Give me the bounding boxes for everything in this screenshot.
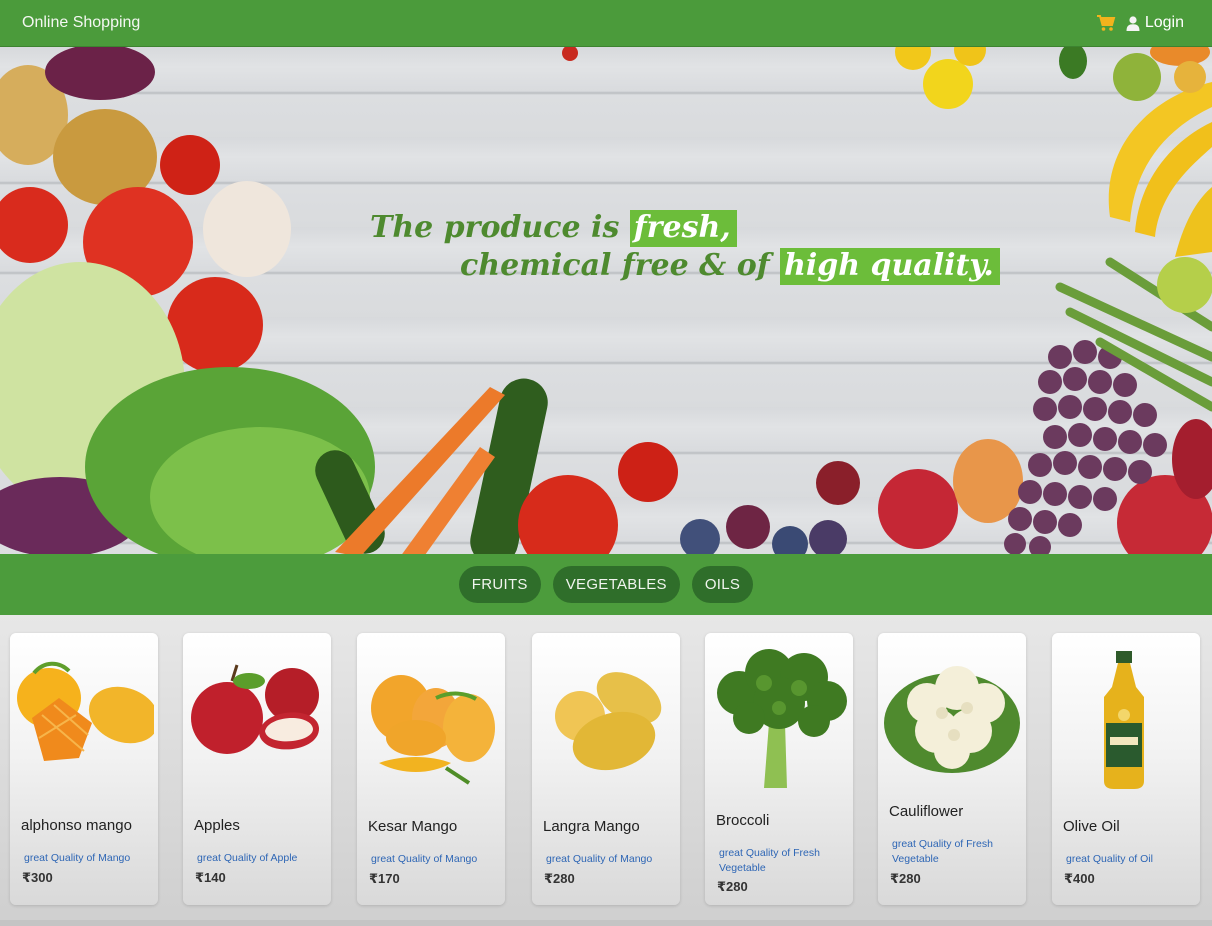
product-description: great Quality of Mango	[24, 852, 131, 864]
hero-line2-text: chemical free & of	[460, 248, 781, 283]
nav-actions: Login	[1096, 14, 1184, 32]
product-price: ₹140	[195, 870, 226, 885]
hero-produce-illustration	[0, 47, 1212, 554]
category-fruits-button[interactable]: FRUITS	[458, 566, 541, 603]
product-description: great Quality of Oil	[1066, 853, 1153, 865]
brand-title[interactable]: Online Shopping	[22, 14, 140, 32]
product-description: great Quality of Fresh Vegetable	[892, 838, 993, 865]
category-oils-button[interactable]: OILS	[691, 566, 754, 603]
product-name: alphonso mango	[21, 817, 132, 834]
login-link[interactable]: Login	[1126, 14, 1184, 32]
product-price: ₹280	[544, 871, 575, 886]
olive-oil-bottle-icon	[1056, 643, 1196, 793]
product-price: ₹400	[1064, 871, 1095, 886]
login-label: Login	[1144, 14, 1184, 31]
product-name: Cauliflower	[889, 803, 964, 820]
product-grid: alphonso mango great Quality of Mango ₹3…	[0, 615, 1212, 926]
product-name: Kesar Mango	[368, 818, 458, 835]
mango-icon	[536, 643, 676, 793]
product-card[interactable]: alphonso mango great Quality of Mango ₹3…	[10, 633, 160, 905]
category-vegetables-button[interactable]: VEGETABLES	[552, 566, 680, 603]
product-price: ₹300	[22, 870, 53, 885]
product-price: ₹280	[890, 871, 921, 886]
mango-icon	[361, 643, 501, 793]
user-icon	[1126, 15, 1140, 31]
product-description: great Quality of Mango	[371, 853, 478, 865]
hero-tagline-line2: chemical free & of high quality.	[460, 247, 1000, 285]
mango-icon	[14, 643, 160, 793]
product-name: Broccoli	[716, 812, 770, 829]
product-card[interactable]: Olive Oil great Quality of Oil ₹400	[1052, 633, 1200, 905]
hero-tagline-line1: The produce is fresh,	[370, 209, 1000, 247]
hero-line1-text: The produce is	[370, 210, 630, 245]
hero-highlight-quality: high quality.	[780, 248, 1000, 285]
product-price: ₹280	[717, 879, 748, 894]
top-navbar: Online Shopping Login	[0, 0, 1212, 47]
product-card[interactable]: Kesar Mango great Quality of Mango ₹170	[357, 633, 505, 905]
product-card[interactable]: Apples great Quality of Apple ₹140	[183, 633, 331, 905]
product-name: Langra Mango	[543, 818, 640, 835]
product-name: Apples	[194, 817, 240, 834]
shopping-cart-icon[interactable]	[1096, 14, 1116, 32]
product-name: Olive Oil	[1063, 818, 1120, 835]
product-description: great Quality of Apple	[197, 852, 298, 864]
hero-tagline: The produce is fresh, chemical free & of…	[370, 209, 1000, 285]
product-card[interactable]: Langra Mango great Quality of Mango ₹280	[532, 633, 680, 905]
apple-icon	[187, 643, 327, 793]
product-card[interactable]: Cauliflower great Quality of Fresh Veget…	[878, 633, 1026, 905]
product-price: ₹170	[369, 871, 400, 886]
bottom-scroll-strip	[0, 920, 1212, 926]
category-bar: FRUITS VEGETABLES OILS	[0, 554, 1212, 615]
hero-highlight-fresh: fresh,	[629, 210, 737, 247]
broccoli-icon	[709, 643, 849, 793]
product-card[interactable]: Broccoli great Quality of Fresh Vegetabl…	[705, 633, 853, 905]
product-description: great Quality of Mango	[546, 853, 653, 865]
product-description: great Quality of Fresh Vegetable	[719, 847, 820, 874]
cauliflower-icon	[882, 643, 1022, 793]
hero-banner: The produce is fresh, chemical free & of…	[0, 47, 1212, 554]
